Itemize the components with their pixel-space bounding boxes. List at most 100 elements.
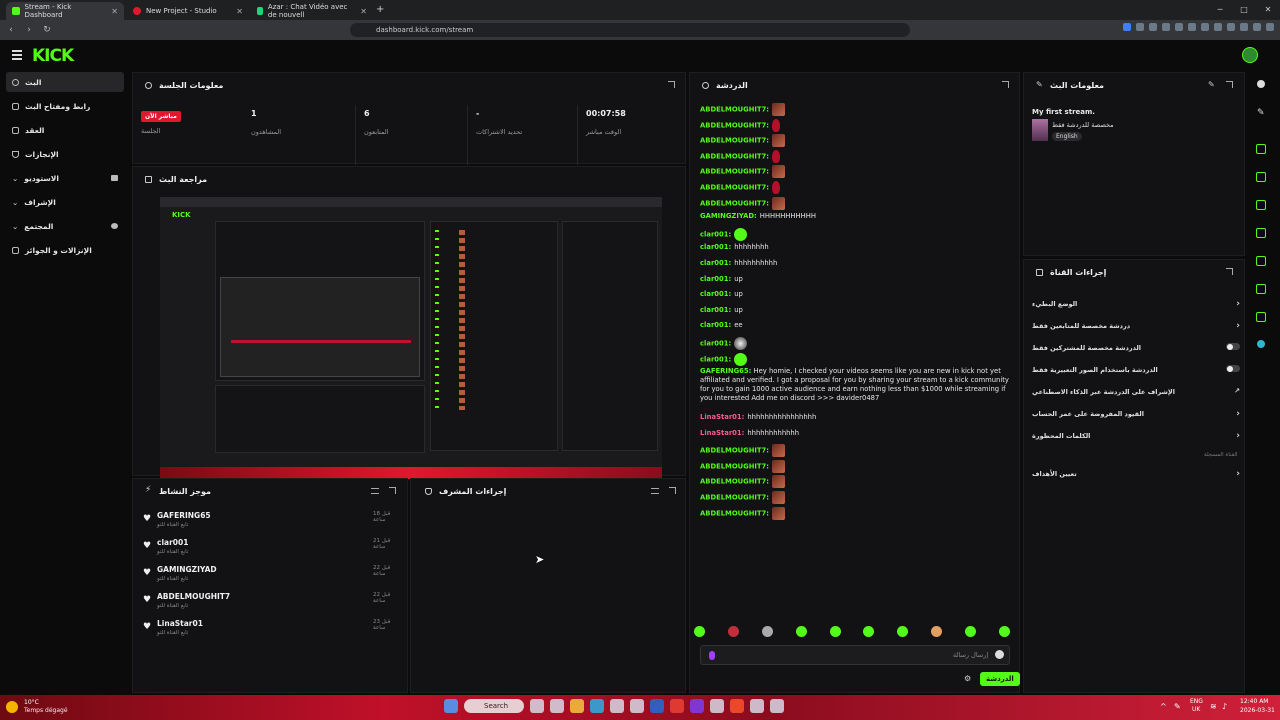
chat-username[interactable]: GAFERING65: <box>700 367 751 375</box>
expand-icon[interactable] <box>389 487 396 494</box>
browser-tab-azar[interactable]: Azar : Chat Vidéo avec de nouvell ✕ <box>251 2 373 20</box>
subscribers-only-toggle[interactable] <box>1226 343 1240 350</box>
extension-icon[interactable] <box>1123 23 1131 31</box>
minimize-icon[interactable]: ─ <box>1208 0 1232 20</box>
emote-picker-icon[interactable] <box>709 651 715 660</box>
rail-tool-icon[interactable] <box>1256 284 1266 294</box>
chat-username[interactable]: ABDELMOUGHIT7: <box>700 509 769 517</box>
channel-action-slow-mode[interactable]: الوضع البطيء › <box>1032 299 1244 309</box>
emote-icon[interactable] <box>863 626 875 637</box>
extension-icon[interactable] <box>1253 23 1261 31</box>
keyboard-lang[interactable]: ENG <box>1190 698 1203 705</box>
sidebar-item-studio[interactable]: ⌄ الاستوديو <box>6 168 124 188</box>
hamburger-menu-icon[interactable] <box>12 50 22 62</box>
taskbar-app-icon[interactable] <box>690 699 704 713</box>
chat-username[interactable]: ABDELMOUGHIT7: <box>700 152 769 160</box>
url-bar[interactable]: dashboard.kick.com/stream <box>350 23 910 37</box>
reload-icon[interactable]: ↻ <box>40 25 54 35</box>
chat-username[interactable]: GAMINGZIYAD: <box>700 212 757 220</box>
emote-icon[interactable] <box>795 626 807 637</box>
rail-tool-icon[interactable] <box>1256 172 1266 182</box>
back-icon[interactable]: ‹ <box>4 25 18 35</box>
weather-temp[interactable]: 10°C <box>24 699 39 706</box>
chat-username[interactable]: clar001: <box>700 306 731 314</box>
emote-only-toggle[interactable] <box>1226 365 1240 372</box>
new-tab-icon[interactable]: + <box>376 4 384 15</box>
extension-icon[interactable] <box>1162 23 1170 31</box>
extension-icon[interactable] <box>1175 23 1183 31</box>
emote-icon[interactable] <box>931 626 943 637</box>
taskbar-app-icon[interactable] <box>770 699 784 713</box>
chat-username[interactable]: clar001: <box>700 259 731 267</box>
emote-icon[interactable] <box>694 626 705 637</box>
filter-icon[interactable] <box>651 488 659 494</box>
activity-user[interactable]: GAFERING65 <box>157 511 211 520</box>
channel-action-ai-moderation[interactable]: الإشراف على الدردشة عبر الذكاء الاصطناعي… <box>1032 387 1244 396</box>
taskbar-app-icon[interactable] <box>550 699 564 713</box>
taskbar-search[interactable]: Search <box>464 699 524 713</box>
browser-tab-studio[interactable]: New Project - Studio ✕ <box>127 2 249 20</box>
maximize-icon[interactable]: □ <box>1232 0 1256 20</box>
rail-tool-icon[interactable] <box>1256 256 1266 266</box>
stream-preview-video[interactable]: KICK <box>160 197 662 479</box>
rail-tool-icon[interactable] <box>1256 228 1266 238</box>
emote-icon[interactable] <box>897 626 909 637</box>
smiley-icon[interactable] <box>995 650 1004 659</box>
taskbar-app-icon[interactable] <box>610 699 624 713</box>
edge-icon[interactable] <box>590 699 604 713</box>
stream-category[interactable]: مخصصة للدردشة فقط <box>1052 121 1114 129</box>
activity-user[interactable]: clar001 <box>157 538 188 547</box>
emote-icon[interactable] <box>761 626 773 637</box>
emote-icon[interactable] <box>829 626 841 637</box>
browser-tab-kick[interactable]: Stream - Kick Dashboard ✕ <box>6 2 124 20</box>
chrome-icon[interactable] <box>670 699 684 713</box>
expand-icon[interactable] <box>1226 268 1233 275</box>
extension-icon[interactable] <box>1149 23 1157 31</box>
windows-start-icon[interactable] <box>444 699 458 713</box>
chat-username[interactable]: ABDELMOUGHIT7: <box>700 106 769 114</box>
close-window-icon[interactable]: ✕ <box>1256 0 1280 20</box>
chat-username[interactable]: clar001: <box>700 230 731 238</box>
pencil-icon[interactable]: ✎ <box>1257 108 1265 118</box>
activity-user[interactable]: LinaStar01 <box>157 619 203 628</box>
channel-action-account-age[interactable]: القيود المفروضة على عمر الحساب › <box>1032 409 1244 419</box>
wifi-icon[interactable]: ≋ <box>1210 702 1217 711</box>
chat-username[interactable]: LinaStar01: <box>700 429 744 437</box>
rail-tool-icon[interactable] <box>1256 144 1266 154</box>
expand-icon[interactable] <box>668 81 675 88</box>
extension-icon[interactable] <box>1136 23 1144 31</box>
settings-gear-icon[interactable]: ⚙ <box>964 674 971 683</box>
user-avatar[interactable] <box>1242 47 1258 63</box>
emote-icon[interactable] <box>998 626 1010 637</box>
chat-username[interactable]: ABDELMOUGHIT7: <box>700 168 769 176</box>
taskbar-app-icon[interactable] <box>630 699 644 713</box>
chat-username[interactable]: clar001: <box>700 340 731 348</box>
sidebar-item-achievements[interactable]: الإنجازات <box>6 144 124 164</box>
expand-icon[interactable] <box>1226 81 1233 88</box>
chat-username[interactable]: ABDELMOUGHIT7: <box>700 494 769 502</box>
brave-icon[interactable] <box>730 699 744 713</box>
sidebar-item-stream[interactable]: البث <box>6 72 124 92</box>
chat-username[interactable]: ABDELMOUGHIT7: <box>700 137 769 145</box>
chat-input[interactable]: إرسال رسالة <box>700 645 1010 665</box>
activity-user[interactable]: ABDELMOUGHIT7 <box>157 592 230 601</box>
close-tab-icon[interactable]: ✕ <box>111 7 118 16</box>
info-icon[interactable] <box>1257 80 1265 88</box>
chat-username[interactable]: clar001: <box>700 275 731 283</box>
taskbar-app-icon[interactable] <box>710 699 724 713</box>
chat-username[interactable]: ABDELMOUGHIT7: <box>700 462 769 470</box>
chat-username[interactable]: ABDELMOUGHIT7: <box>700 447 769 455</box>
channel-action-set-goals[interactable]: تعيين الأهداف › <box>1032 469 1244 479</box>
kick-logo[interactable]: KICK <box>32 46 74 66</box>
clock-time[interactable]: 12:40 AM <box>1240 698 1268 705</box>
extension-icon[interactable] <box>1201 23 1209 31</box>
chat-username[interactable]: ABDELMOUGHIT7: <box>700 199 769 207</box>
edit-icon[interactable]: ✎ <box>1208 80 1215 89</box>
rail-tool-icon[interactable] <box>1256 200 1266 210</box>
chat-username[interactable]: clar001: <box>700 321 731 329</box>
chat-username[interactable]: clar001: <box>700 290 731 298</box>
rail-tool-icon[interactable] <box>1256 312 1266 322</box>
extension-icon[interactable] <box>1227 23 1235 31</box>
activity-user[interactable]: GAMINGZIYAD <box>157 565 217 574</box>
close-tab-icon[interactable]: ✕ <box>236 7 243 16</box>
